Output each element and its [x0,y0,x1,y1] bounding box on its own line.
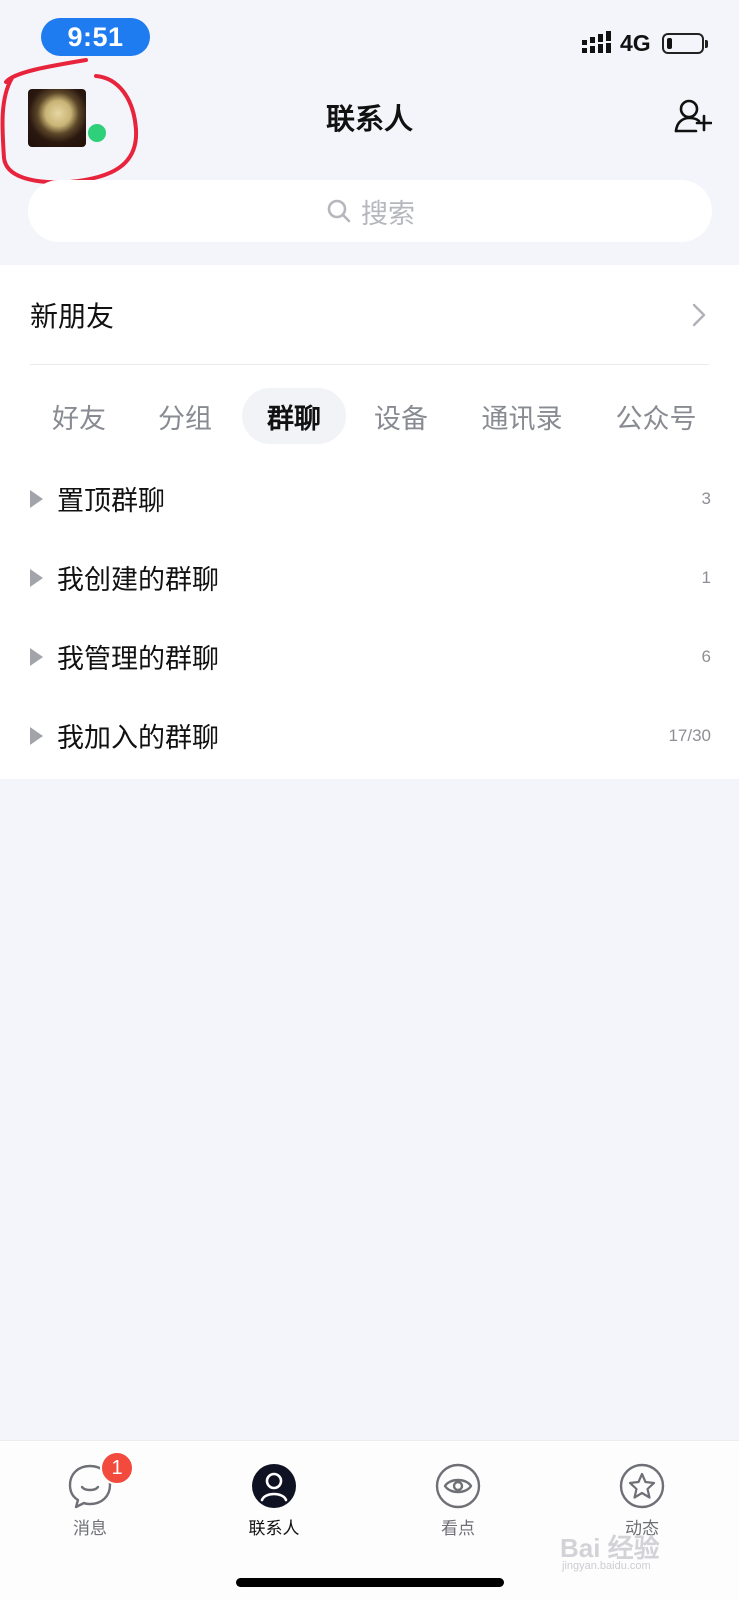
contact-tabs: 好友 分组 群聊 设备 通讯录 公众号 [0,388,739,444]
new-friends-row[interactable]: 新朋友 [30,265,709,365]
group-category-row[interactable]: 我管理的群聊 6 [0,617,739,696]
contact-icon [252,1464,296,1508]
tab-group-chats[interactable]: 群聊 [242,388,346,444]
tab-bar-messages[interactable]: 1 消息 [30,1451,150,1541]
home-indicator[interactable] [236,1578,504,1587]
tab-devices[interactable]: 设备 [364,388,438,444]
group-category-row[interactable]: 我创建的群聊 1 [0,538,739,617]
expand-triangle-icon [30,726,43,745]
group-category-label: 我管理的群聊 [57,644,219,675]
network-type: 4G [620,30,651,56]
tab-bar-label: 看点 [441,1519,475,1539]
signal-strength-icon [582,31,611,53]
tab-bar-contacts[interactable]: 联系人 [214,1451,334,1541]
new-friends-label: 新朋友 [30,299,115,333]
group-category-row[interactable]: 置顶群聊 3 [0,459,739,538]
group-category-count: 6 [701,646,711,666]
group-category-label: 我加入的群聊 [57,723,219,754]
search-placeholder: 搜索 [361,198,415,230]
bottom-tab-bar: 1 消息 联系人 看点 动态 [0,1440,739,1600]
search-icon [327,199,351,223]
status-bar: 9:51 4G [0,0,739,80]
eye-icon [435,1463,481,1509]
group-category-label: 我创建的群聊 [57,565,219,596]
tab-bar-label: 消息 [73,1519,107,1539]
expand-triangle-icon [30,647,43,666]
page-title: 联系人 [325,102,413,136]
group-category-count: 3 [701,488,711,508]
contacts-panel: 新朋友 好友 分组 群聊 设备 通讯录 公众号 置顶群聊 3 我创建的群聊 1 … [0,265,739,779]
tab-friends[interactable]: 好友 [42,388,116,444]
battery-icon [662,33,708,54]
star-icon [619,1463,665,1509]
tab-bar-label: 联系人 [248,1519,300,1539]
tab-groups-list[interactable]: 分组 [148,388,222,444]
tab-official-accounts[interactable]: 公众号 [604,388,708,444]
group-category-row[interactable]: 我加入的群聊 17/30 [0,696,739,775]
watermark-url: jingyan.baidu.com [562,1560,651,1572]
add-friend-icon[interactable] [674,98,712,136]
group-category-label: 置顶群聊 [57,486,165,517]
unread-badge: 1 [100,1451,134,1485]
chevron-right-icon [692,303,706,327]
expand-triangle-icon [30,489,43,508]
group-category-count: 1 [701,567,711,587]
group-chat-list: 置顶群聊 3 我创建的群聊 1 我管理的群聊 6 我加入的群聊 17/30 [0,459,739,775]
search-input[interactable]: 搜索 [28,180,712,242]
tab-bar-discover[interactable]: 看点 [398,1451,518,1541]
status-time[interactable]: 9:51 [41,18,150,56]
group-category-count: 17/30 [668,725,711,745]
expand-triangle-icon [30,568,43,587]
battery-level [667,38,672,49]
tab-address-book[interactable]: 通讯录 [470,388,574,444]
